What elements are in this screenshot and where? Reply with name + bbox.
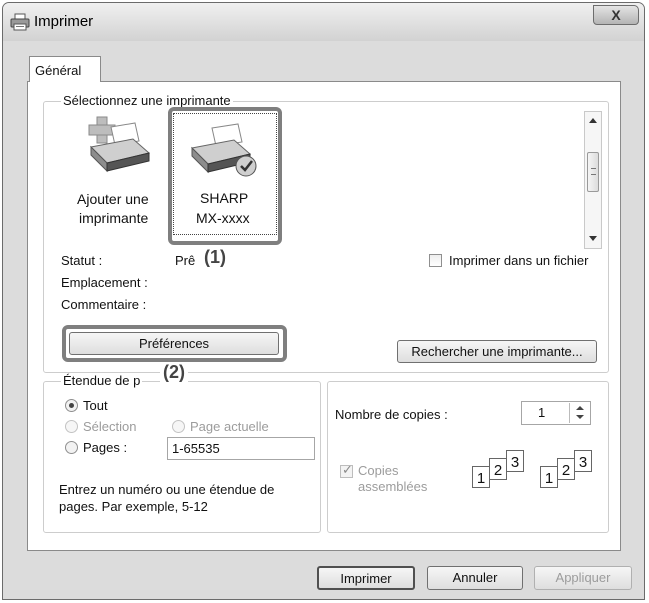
- print-to-file-checkbox[interactable]: [429, 254, 442, 267]
- selection-label: Sélection: [83, 419, 137, 434]
- collate-illustration-2: 3 2 1: [538, 450, 598, 490]
- find-printer-button[interactable]: Rechercher une imprimante...: [397, 340, 597, 363]
- collate-sheet-2: 2: [489, 458, 507, 480]
- printer-list-scrollbar[interactable]: [584, 111, 602, 249]
- check-icon: ✓: [342, 462, 353, 477]
- collate-sheet-2: 2: [557, 458, 575, 480]
- cancel-button[interactable]: Annuler: [427, 566, 523, 590]
- all-pages-radio[interactable]: [65, 399, 78, 412]
- location-label: Emplacement :: [61, 275, 148, 290]
- pages-label: Pages :: [83, 440, 128, 455]
- scroll-up-icon[interactable]: [589, 118, 597, 123]
- add-printer-icon: [81, 113, 153, 175]
- current-page-radio[interactable]: [172, 420, 185, 433]
- scroll-thumb[interactable]: [587, 152, 599, 192]
- title-bar: Imprimer X: [3, 3, 644, 41]
- print-button[interactable]: Imprimer: [317, 566, 415, 590]
- collate-sheet-3: 3: [506, 450, 524, 472]
- print-to-file-label: Imprimer dans un fichier: [449, 253, 589, 268]
- callout-preferences-highlight: [62, 325, 287, 362]
- printer-app-icon: [10, 13, 30, 31]
- close-icon: X: [611, 7, 621, 23]
- current-page-label: Page actuelle: [190, 419, 269, 434]
- add-printer-label-line2: imprimante: [79, 210, 149, 226]
- pages-input[interactable]: 1-65535: [167, 437, 315, 460]
- window-title: Imprimer: [34, 13, 94, 30]
- apply-button[interactable]: Appliquer: [534, 566, 632, 590]
- collate-sheet-1: 1: [540, 466, 558, 488]
- printer-selection-label: Sélectionnez une imprimante: [61, 93, 233, 108]
- stepper-down-icon[interactable]: [576, 415, 584, 419]
- scroll-grip-icon: [591, 168, 596, 175]
- all-pages-label: Tout: [83, 398, 108, 413]
- collate-illustration-1: 3 2 1: [470, 450, 530, 490]
- collate-sheet-1: 1: [472, 466, 490, 488]
- collate-label-line2: assemblées: [358, 479, 428, 494]
- stepper-up-icon[interactable]: [576, 406, 584, 410]
- collate-checkbox[interactable]: ✓: [340, 462, 353, 478]
- print-dialog: Imprimer X Général Sélectionnez une impr…: [2, 2, 645, 600]
- tab-general[interactable]: Général: [29, 56, 101, 82]
- scroll-down-icon[interactable]: [589, 236, 597, 241]
- printer-item-add[interactable]: Ajouter une imprimante: [73, 113, 165, 233]
- collate-label-line1: Copies: [358, 463, 399, 478]
- close-button[interactable]: X: [593, 5, 639, 25]
- collate-sheet-3: 3: [574, 450, 592, 472]
- callout-label-2: (2): [160, 362, 188, 383]
- status-label: Statut :: [61, 253, 103, 268]
- add-printer-label-line1: Ajouter une: [77, 191, 149, 207]
- callout-printer-highlight: [168, 107, 282, 245]
- callout-label-1: (1): [201, 247, 229, 268]
- status-value: Prê: [175, 253, 196, 268]
- page-range-label: Étendue de p: [61, 373, 143, 388]
- page-range-hint: Entrez un numéro ou une étendue de pages…: [59, 482, 275, 514]
- copies-stepper[interactable]: [569, 403, 590, 423]
- selection-radio[interactable]: [65, 420, 78, 433]
- pages-radio[interactable]: [65, 441, 78, 454]
- comment-label: Commentaire :: [61, 297, 147, 312]
- copies-label: Nombre de copies :: [335, 407, 448, 422]
